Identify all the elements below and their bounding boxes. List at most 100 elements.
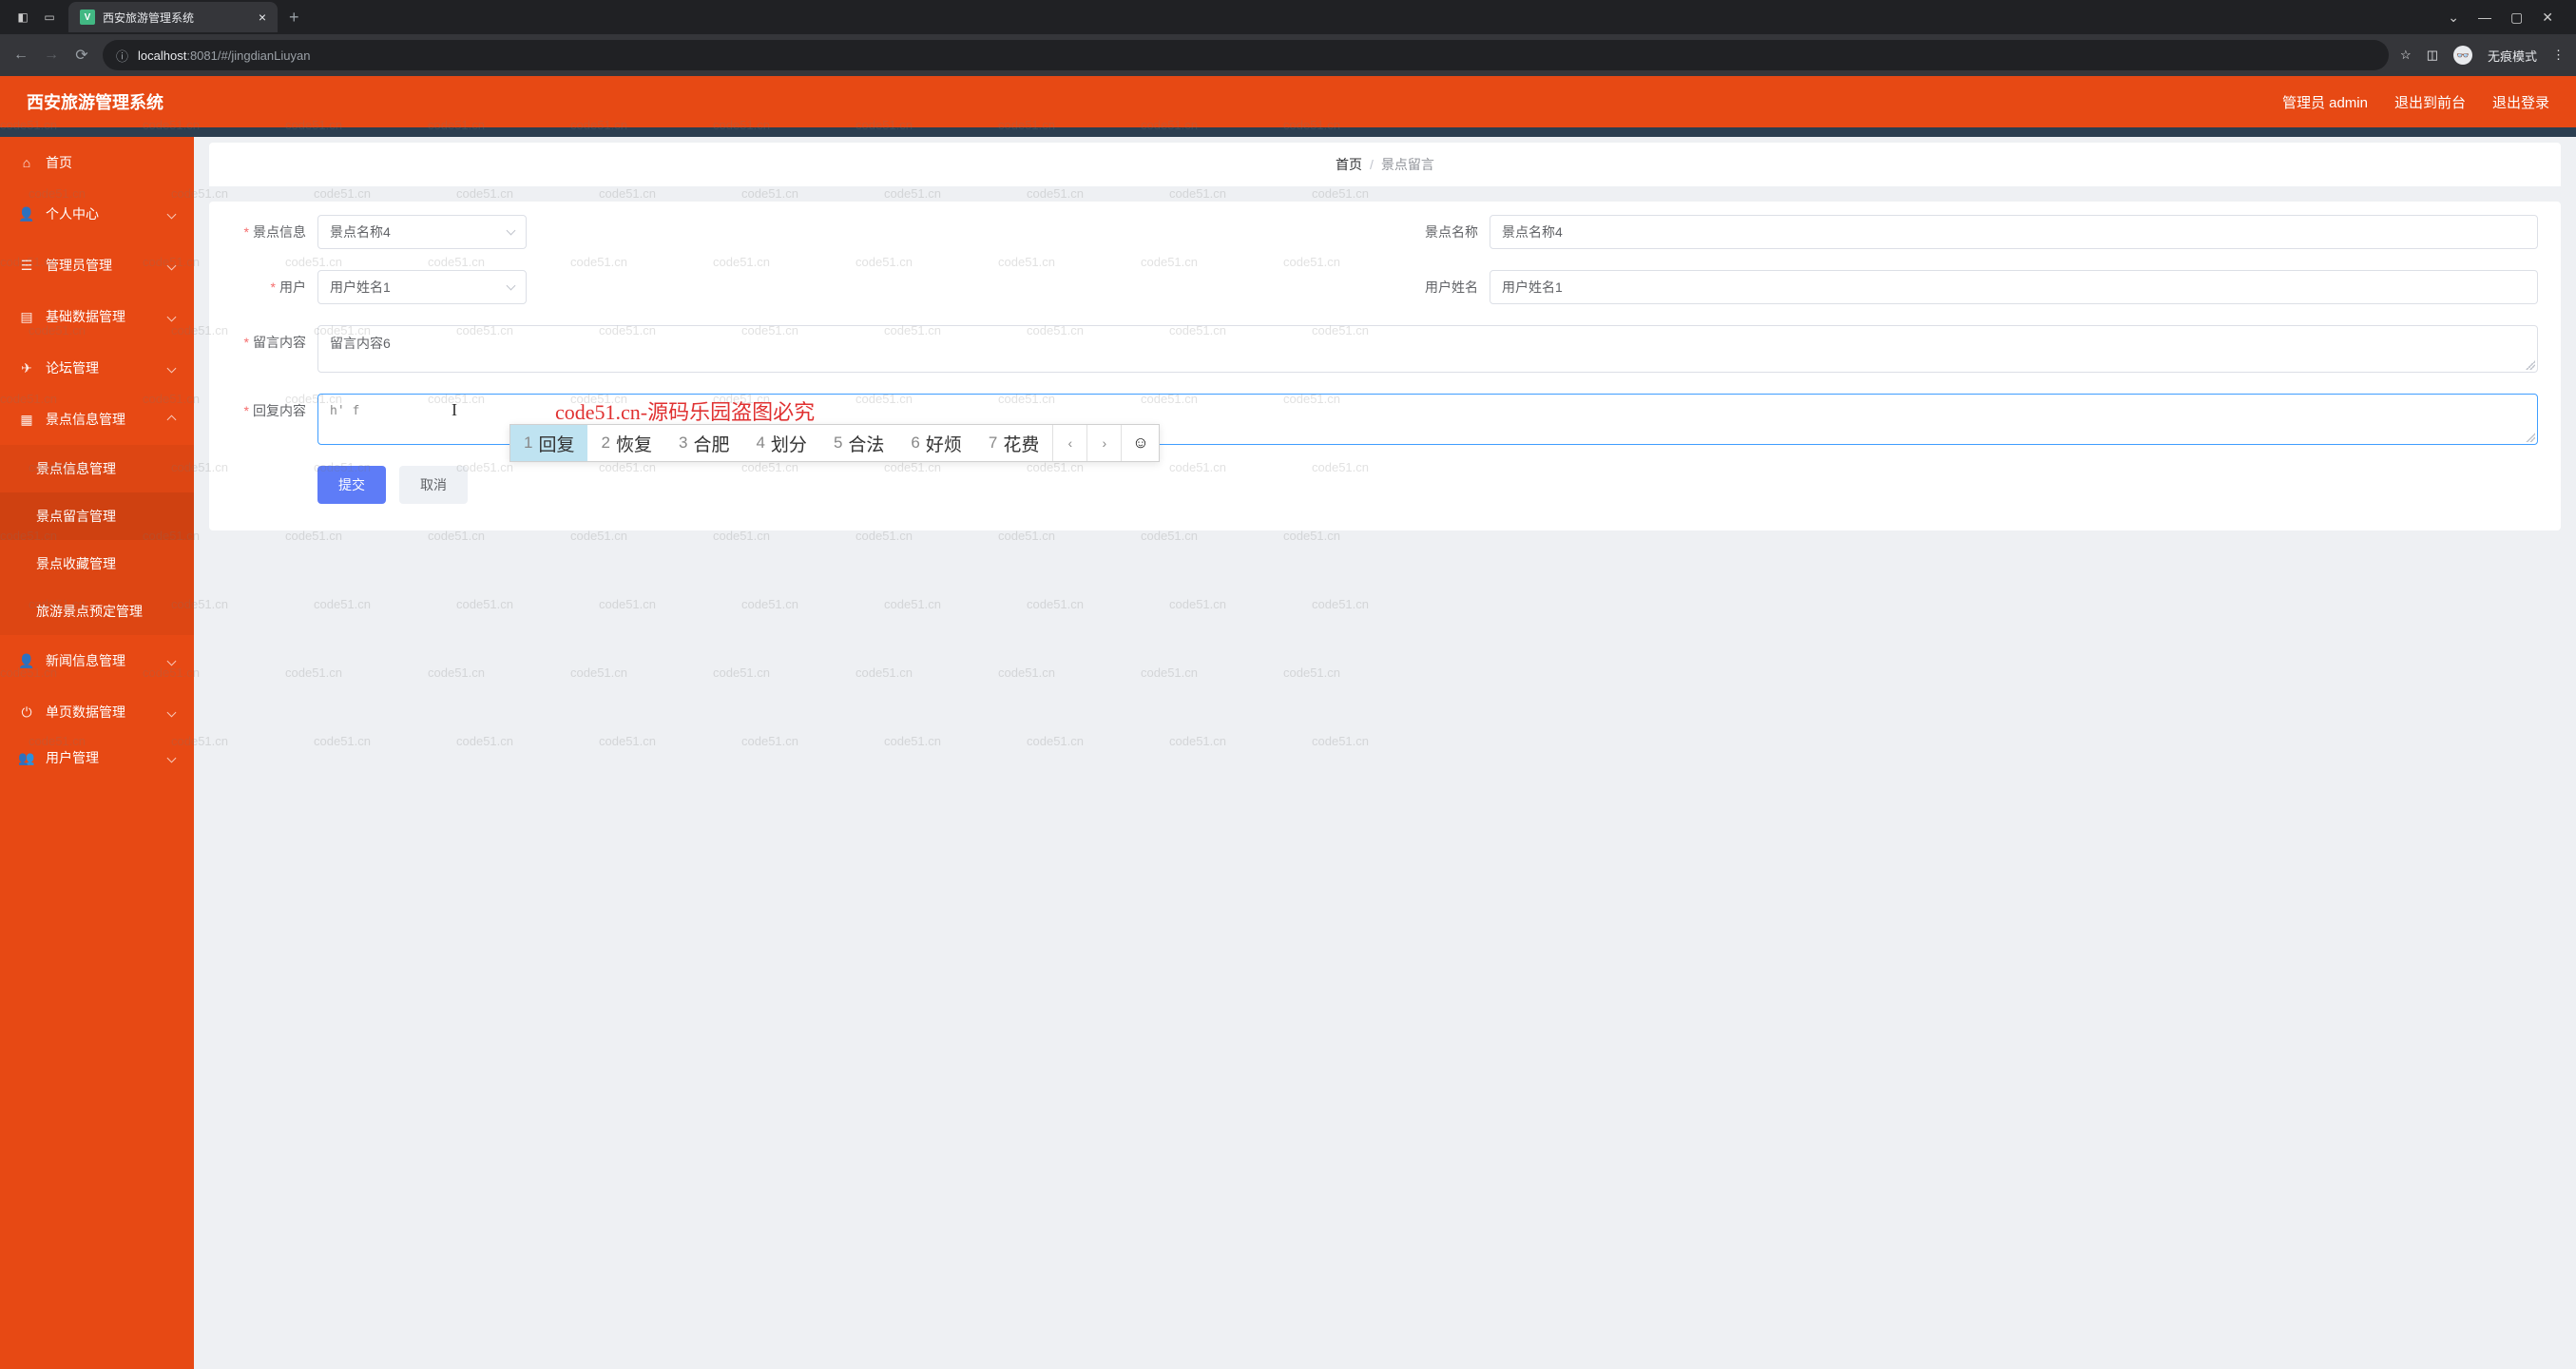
- ime-candidate[interactable]: 4划分: [742, 425, 819, 461]
- breadcrumb-sep: /: [1370, 157, 1374, 172]
- input-value: 用户姓名1: [1502, 278, 1563, 297]
- main-content: 首页 / 景点留言 *景点信息 景点名称4 景点名称: [194, 137, 2576, 1369]
- sidebar-item-singlepage[interactable]: ⏻ 单页数据管理: [0, 686, 194, 738]
- list-icon: ☰: [19, 258, 34, 273]
- maximize-icon[interactable]: ▢: [2510, 10, 2523, 26]
- text-cursor-icon: I: [452, 400, 457, 420]
- extensions-icon[interactable]: ◫: [2427, 48, 2438, 63]
- tab-title: 西安旅游管理系统: [103, 10, 251, 26]
- sidebar-subitem-scenic-info[interactable]: 景点信息管理: [0, 445, 194, 492]
- resize-handle[interactable]: [2526, 360, 2535, 370]
- select-value: 景点名称4: [330, 222, 391, 241]
- sidebar-item-label: 景点信息管理: [46, 410, 125, 429]
- ime-candidate[interactable]: 6好烦: [897, 425, 974, 461]
- header-user-label[interactable]: 管理员 admin: [2282, 92, 2368, 112]
- minimize-icon[interactable]: —: [2478, 10, 2491, 26]
- sidebar-item-label: 新闻信息管理: [46, 651, 125, 670]
- select-scenic-info[interactable]: 景点名称4: [317, 215, 527, 249]
- sidebar-item-profile[interactable]: 👤 个人中心: [0, 188, 194, 240]
- back-icon[interactable]: ←: [11, 46, 30, 65]
- url-host: localhost: [138, 48, 186, 63]
- label-user: 用户: [279, 280, 306, 295]
- sidebar-item-label: 用户管理: [46, 748, 99, 767]
- ime-candidate[interactable]: 5合法: [820, 425, 897, 461]
- sidebar-item-label: 景点收藏管理: [36, 554, 116, 573]
- app-header: 西安旅游管理系统 管理员 admin 退出到前台 退出登录: [0, 76, 2576, 127]
- user-icon: 👤: [19, 653, 34, 668]
- sidebar-item-scenic[interactable]: ▦ 景点信息管理: [0, 394, 194, 445]
- app-title: 西安旅游管理系统: [27, 89, 2282, 114]
- cancel-button[interactable]: 取消: [399, 466, 468, 504]
- sidebar-item-label: 旅游景点预定管理: [36, 602, 143, 621]
- breadcrumb-home[interactable]: 首页: [1336, 155, 1362, 174]
- power-icon: ⏻: [19, 704, 34, 720]
- user-icon: 👤: [19, 206, 34, 222]
- chevron-down-icon[interactable]: ⌄: [2448, 10, 2459, 26]
- sidebar-item-label: 基础数据管理: [46, 307, 125, 326]
- sidebar-item-label: 个人中心: [46, 204, 99, 223]
- home-icon: ⌂: [19, 155, 34, 170]
- textarea-message[interactable]: 留言内容6: [317, 325, 2538, 373]
- select-user[interactable]: 用户姓名1: [317, 270, 527, 304]
- reload-icon[interactable]: ⟳: [72, 46, 91, 65]
- ime-candidate[interactable]: 1回复: [510, 425, 587, 461]
- label-message: 留言内容: [253, 335, 306, 350]
- database-icon: ▤: [19, 309, 34, 324]
- star-icon[interactable]: ☆: [2400, 48, 2412, 63]
- form-item-scenic-name: 景点名称 景点名称4: [1404, 215, 2538, 249]
- input-value: 景点名称4: [1502, 222, 1563, 241]
- form-item-message: *留言内容 留言内容6: [232, 325, 2538, 373]
- sidebar-item-home[interactable]: ⌂ 首页: [0, 137, 194, 188]
- ime-candidate[interactable]: 3合肥: [665, 425, 742, 461]
- exit-to-front-link[interactable]: 退出到前台: [2394, 92, 2466, 112]
- label-scenic-name: 景点名称: [1425, 224, 1478, 240]
- tasks-icon[interactable]: ▭: [42, 10, 57, 25]
- input-user-name[interactable]: 用户姓名1: [1490, 270, 2538, 304]
- ime-prev-icon[interactable]: ‹: [1052, 425, 1086, 461]
- sidebar-item-label: 论坛管理: [46, 358, 99, 377]
- sidebar-item-label: 首页: [46, 153, 72, 172]
- ime-candidate[interactable]: 7花费: [975, 425, 1052, 461]
- close-window-icon[interactable]: ✕: [2542, 10, 2553, 26]
- ime-candidate[interactable]: 2恢复: [587, 425, 664, 461]
- sidebar-item-usermgmt[interactable]: 👥 用户管理: [0, 738, 194, 778]
- incognito-label: 无痕模式: [2488, 47, 2537, 65]
- sidebar-subitem-scenic-booking[interactable]: 旅游景点预定管理: [0, 588, 194, 635]
- forward-icon[interactable]: →: [42, 46, 61, 65]
- form-item-scenic-info: *景点信息 景点名称4: [232, 215, 1366, 249]
- ime-next-icon[interactable]: ›: [1086, 425, 1121, 461]
- address-bar: ← → ⟳ ⓘ localhost:8081/#/jingdianLiuyan …: [0, 34, 2576, 76]
- ime-emoji-icon[interactable]: ☺: [1121, 425, 1159, 461]
- menu-icon[interactable]: ⋮: [2552, 48, 2565, 63]
- sidebar-subitem-scenic-message[interactable]: 景点留言管理: [0, 492, 194, 540]
- input-scenic-name[interactable]: 景点名称4: [1490, 215, 2538, 249]
- browser-chrome: ◧ ▭ V 西安旅游管理系统 × + ⌄ — ▢ ✕ ← → ⟳ ⓘ local…: [0, 0, 2576, 76]
- textarea-value: 留言内容6: [330, 336, 391, 351]
- sidebar-item-news[interactable]: 👤 新闻信息管理: [0, 635, 194, 686]
- recent-icon[interactable]: ◧: [15, 10, 30, 25]
- incognito-icon: 👓: [2453, 46, 2472, 65]
- new-tab-button[interactable]: +: [281, 8, 307, 28]
- ime-candidate-bar: 1回复 2恢复 3合肥 4划分 5合法 6好烦 7花费 ‹ › ☺: [509, 424, 1160, 462]
- resize-handle[interactable]: [2526, 433, 2535, 442]
- breadcrumb-current: 景点留言: [1381, 155, 1434, 174]
- window-controls: ⌄ — ▢ ✕: [2432, 10, 2568, 26]
- ime-composition-text: h' f: [330, 404, 359, 418]
- logout-link[interactable]: 退出登录: [2492, 92, 2549, 112]
- header-divider: [0, 127, 2576, 137]
- browser-tab[interactable]: V 西安旅游管理系统 ×: [68, 2, 278, 32]
- vue-favicon: V: [80, 10, 95, 25]
- select-value: 用户姓名1: [330, 278, 391, 297]
- sidebar-subitem-scenic-fav[interactable]: 景点收藏管理: [0, 540, 194, 588]
- sidebar-item-forum[interactable]: ✈ 论坛管理: [0, 342, 194, 394]
- url-port: :8081: [186, 48, 218, 63]
- sidebar-item-label: 单页数据管理: [46, 703, 125, 722]
- close-tab-icon[interactable]: ×: [259, 10, 266, 25]
- form-item-user: *用户 用户姓名1: [232, 270, 1366, 304]
- send-icon: ✈: [19, 360, 34, 376]
- breadcrumb: 首页 / 景点留言: [209, 143, 2561, 186]
- url-field[interactable]: ⓘ localhost:8081/#/jingdianLiuyan: [103, 40, 2389, 70]
- sidebar-item-admin[interactable]: ☰ 管理员管理: [0, 240, 194, 291]
- sidebar-item-basedata[interactable]: ▤ 基础数据管理: [0, 291, 194, 342]
- submit-button[interactable]: 提交: [317, 466, 386, 504]
